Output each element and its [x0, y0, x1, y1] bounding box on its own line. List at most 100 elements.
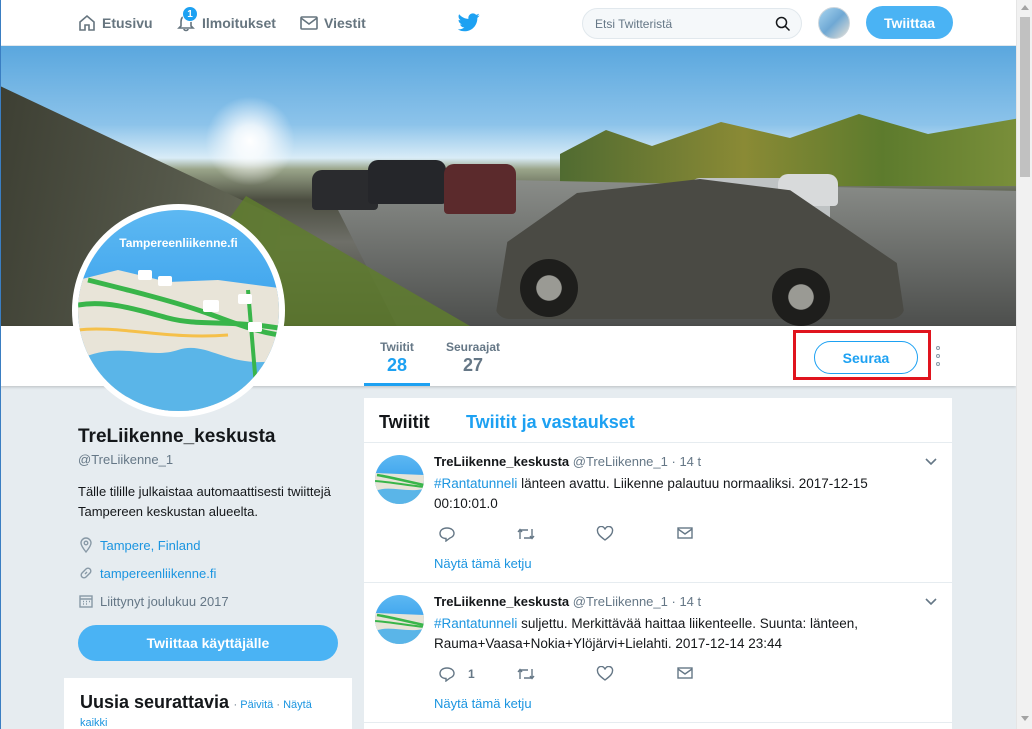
- stat-tweets-label: Twiitit: [380, 340, 414, 354]
- tweet-author-name[interactable]: TreLiikenne_keskusta: [434, 594, 569, 609]
- follow-highlight-box: Seuraa: [793, 330, 931, 380]
- nav-notifications-label: Ilmoitukset: [202, 15, 276, 31]
- profile-url[interactable]: tampereenliikenne.fi: [78, 565, 216, 581]
- tweet-item[interactable]: TreLiikenne_keskusta @TreLiikenne_1 · 14…: [364, 583, 952, 723]
- who-to-follow-title: Uusia seurattavia: [80, 692, 230, 712]
- page-scrollbar[interactable]: [1016, 0, 1032, 729]
- tweet-header: TreLiikenne_keskusta @TreLiikenne_1 · 14…: [434, 454, 701, 469]
- search-input[interactable]: Etsi Twitteristä: [595, 17, 672, 31]
- stat-followers-label: Seuraajat: [445, 340, 501, 354]
- compose-tweet-button[interactable]: Twiittaa: [866, 6, 953, 39]
- stat-tweets-count: 28: [386, 355, 408, 375]
- notification-count-badge: 1: [182, 6, 198, 22]
- direct-message-button[interactable]: [676, 666, 694, 680]
- tweet-actions: [438, 526, 718, 546]
- profile-joined: Liittynyt joulukuu 2017: [78, 593, 229, 609]
- nav-home[interactable]: Etusivu: [78, 0, 153, 46]
- show-thread-link[interactable]: Näytä tämä ketju: [434, 556, 532, 571]
- timeline: Twiitit Twiitit ja vastaukset TreLiikenn…: [364, 398, 952, 729]
- home-icon: [79, 14, 95, 31]
- banner-sun: [205, 96, 295, 186]
- tweet-avatar[interactable]: [375, 455, 424, 504]
- search-box[interactable]: Etsi Twitteristä: [582, 8, 802, 39]
- location-pin-icon: [80, 537, 92, 553]
- timeline-tabs: Twiitit Twiitit ja vastaukset: [364, 398, 952, 443]
- profile-avatar-image: Tampereenliikenne.fi: [78, 210, 279, 411]
- like-button[interactable]: [596, 526, 614, 542]
- heart-icon: [596, 666, 614, 681]
- tweet-author-name[interactable]: TreLiikenne_keskusta: [434, 454, 569, 469]
- scroll-down-arrow-icon[interactable]: [1021, 716, 1029, 721]
- map-image: [375, 473, 424, 504]
- tweet-header: TreLiikenne_keskusta @TreLiikenne_1 · 14…: [434, 594, 701, 609]
- tweet-avatar[interactable]: [375, 595, 424, 644]
- like-button[interactable]: [596, 666, 614, 682]
- twitter-bird-icon: [457, 13, 480, 32]
- tweet-hashtag[interactable]: #Rantatunneli: [434, 476, 517, 491]
- reply-button[interactable]: [438, 526, 468, 542]
- heart-icon: [596, 526, 614, 541]
- tweet-item[interactable]: TreLiikenne_keskusta @TreLiikenne_1 · 14…: [364, 443, 952, 583]
- who-to-follow-refresh[interactable]: Päivitä: [240, 699, 273, 711]
- link-icon: [80, 567, 92, 579]
- profile-joined-text: Liittynyt joulukuu 2017: [100, 593, 229, 609]
- profile-location-text[interactable]: Tampere, Finland: [100, 538, 200, 553]
- scrollbar-thumb[interactable]: [1020, 17, 1030, 177]
- banner-wheel: [772, 268, 830, 326]
- retweet-icon: [517, 528, 535, 540]
- tweet-hashtag[interactable]: #Rantatunneli: [434, 616, 517, 631]
- profile-name[interactable]: TreLiikenne_keskusta: [78, 426, 276, 448]
- chevron-down-icon[interactable]: [924, 597, 938, 607]
- tab-tweets-and-replies[interactable]: Twiitit ja vastaukset: [466, 412, 635, 433]
- more-options-icon[interactable]: [934, 346, 942, 366]
- reply-count: 1: [468, 667, 475, 681]
- envelope-icon: [300, 16, 318, 30]
- banner-car: [368, 160, 446, 204]
- reply-button[interactable]: 1: [438, 666, 475, 682]
- stat-followers-count: 27: [462, 355, 484, 375]
- reply-icon: [439, 667, 455, 682]
- calendar-icon: [79, 595, 93, 608]
- reply-icon: [439, 527, 455, 542]
- retweet-button[interactable]: [516, 526, 536, 542]
- scroll-up-arrow-icon[interactable]: [1021, 5, 1029, 10]
- direct-message-button[interactable]: [676, 526, 694, 540]
- tweet-text: #Rantatunneli länteen avattu. Liikenne p…: [434, 474, 904, 514]
- profile-bio: Tälle tilille julkaistaa automaattisesti…: [78, 484, 331, 519]
- tweet-actions: 1: [438, 666, 718, 686]
- tweet-author-handle[interactable]: @TreLiikenne_1: [573, 454, 668, 469]
- who-to-follow-separator: ·: [233, 699, 238, 711]
- show-thread-link[interactable]: Näytä tämä ketju: [434, 696, 532, 711]
- stat-tweets[interactable]: Twiitit 28: [364, 340, 430, 386]
- nav-home-label: Etusivu: [102, 15, 153, 31]
- follow-button[interactable]: Seuraa: [814, 341, 918, 374]
- nav-messages[interactable]: Viestit: [300, 0, 366, 46]
- tweet-timestamp[interactable]: · 14 t: [672, 594, 702, 609]
- profile-handle[interactable]: @TreLiikenne_1: [78, 452, 173, 467]
- envelope-icon: [677, 527, 693, 539]
- tweet-text: #Rantatunneli suljettu. Merkittävää hait…: [434, 614, 904, 654]
- map-image: [375, 613, 424, 644]
- tab-tweets[interactable]: Twiitit: [379, 412, 430, 433]
- window-edge: [0, 0, 1, 729]
- top-navigation: Etusivu Ilmoitukset 1 Viestit Etsi Twitt…: [0, 0, 1016, 46]
- twitter-bird-logo[interactable]: [457, 13, 480, 37]
- profile-avatar[interactable]: Tampereenliikenne.fi: [72, 204, 285, 417]
- profile-url-text[interactable]: tampereenliikenne.fi: [100, 566, 216, 581]
- tweet-timestamp[interactable]: · 14 t: [672, 454, 702, 469]
- stat-followers[interactable]: Seuraajat 27: [440, 340, 506, 376]
- search-icon[interactable]: [775, 16, 791, 32]
- envelope-icon: [677, 667, 693, 679]
- tweet-to-user-button[interactable]: Twiittaa käyttäjälle: [78, 625, 338, 661]
- avatar-title: Tampereenliikenne.fi: [119, 236, 238, 250]
- banner-wheel: [520, 259, 578, 317]
- nav-messages-label: Viestit: [324, 15, 366, 31]
- tweet-author-handle[interactable]: @TreLiikenne_1: [573, 594, 668, 609]
- retweet-icon: [517, 668, 535, 680]
- who-to-follow-module: Uusia seurattavia · Päivitä · Näytä kaik…: [64, 678, 352, 729]
- user-avatar[interactable]: [818, 7, 850, 39]
- chevron-down-icon[interactable]: [924, 457, 938, 467]
- profile-location[interactable]: Tampere, Finland: [78, 537, 200, 553]
- who-to-follow-separator: ·: [276, 699, 281, 711]
- retweet-button[interactable]: [516, 666, 536, 682]
